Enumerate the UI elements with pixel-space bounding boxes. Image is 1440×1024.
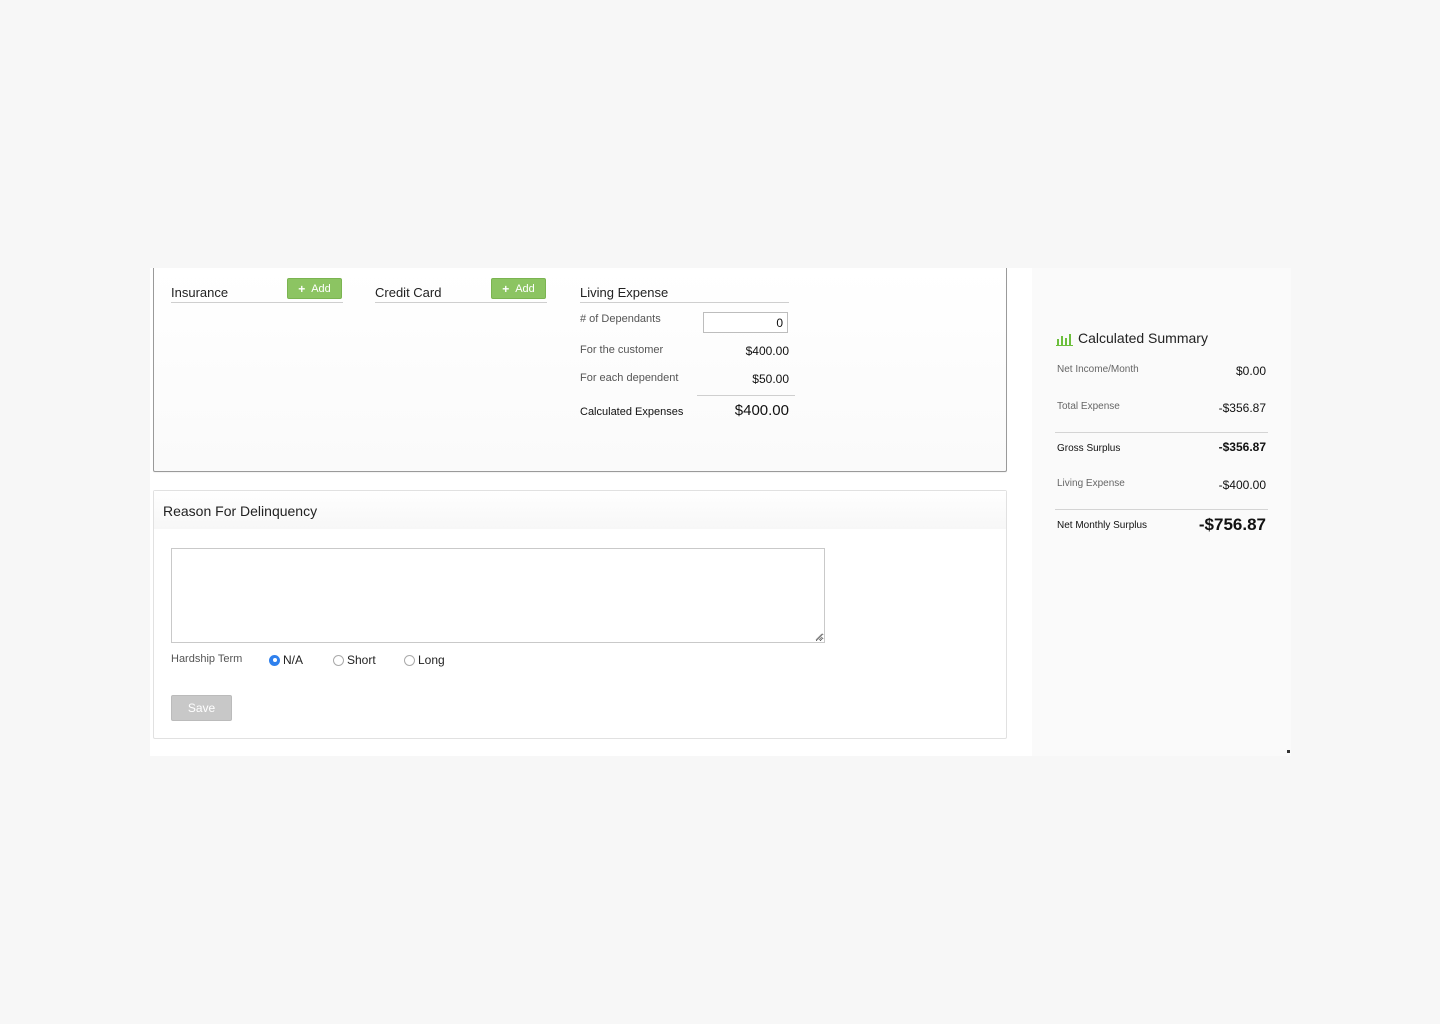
plus-icon: + <box>502 281 510 296</box>
plus-icon: + <box>298 281 306 296</box>
calculated-expenses-label: Calculated Expenses <box>580 406 684 418</box>
hardship-radio-na-label: N/A <box>283 653 304 667</box>
living-expense-divider <box>697 395 795 396</box>
hardship-term-label: Hardship Term <box>171 653 243 665</box>
radio-unselected-icon <box>404 654 415 666</box>
for-customer-value: $400.00 <box>745 344 789 358</box>
hardship-radio-na[interactable]: N/A <box>269 653 303 667</box>
hardship-radio-short-label: Short <box>347 653 376 667</box>
credit-card-add-button[interactable]: + Add <box>491 278 546 299</box>
hardship-radio-long[interactable]: Long <box>404 653 445 667</box>
calculated-expenses-value: $400.00 <box>734 402 789 419</box>
reason-header: Reason For Delinquency <box>154 491 1006 529</box>
living-expense-summary-value: -$400.00 <box>1218 478 1266 492</box>
radio-unselected-icon <box>333 654 344 666</box>
radio-selected-icon <box>269 654 280 666</box>
summary-divider <box>1055 432 1268 433</box>
save-button[interactable]: Save <box>171 695 232 721</box>
insurance-add-button[interactable]: + Add <box>287 278 342 299</box>
net-income-value: $0.00 <box>1235 364 1266 378</box>
for-each-dependent-value: $50.00 <box>752 372 789 386</box>
bar-chart-icon <box>1056 334 1073 346</box>
gross-surplus-value: -$356.87 <box>1218 440 1266 454</box>
living-expense-title: Living Expense <box>580 285 789 303</box>
net-monthly-surplus-value: -$756.87 <box>1198 515 1266 534</box>
reason-textarea[interactable] <box>171 548 825 643</box>
hardship-radio-long-label: Long <box>418 653 445 667</box>
living-expense-summary-label: Living Expense <box>1057 478 1125 489</box>
summary-divider <box>1055 509 1268 510</box>
credit-card-add-label: Add <box>515 282 535 295</box>
insurance-add-label: Add <box>311 282 331 295</box>
total-expense-label: Total Expense <box>1057 401 1120 412</box>
net-monthly-surplus-label: Net Monthly Surplus <box>1057 520 1148 531</box>
for-customer-label: For the customer <box>580 344 664 356</box>
reason-title: Reason For Delinquency <box>163 503 318 519</box>
gross-surplus-label: Gross Surplus <box>1057 443 1121 454</box>
resize-grip-icon[interactable] <box>815 633 823 641</box>
summary-title: Calculated Summary <box>1078 330 1208 346</box>
dependants-input[interactable] <box>703 312 788 333</box>
hardship-radio-short[interactable]: Short <box>333 653 376 667</box>
corner-mark <box>1287 750 1290 753</box>
for-each-dependent-label: For each dependent <box>580 372 679 384</box>
total-expense-value: -$356.87 <box>1218 401 1266 415</box>
dependants-label: # of Dependants <box>580 313 661 325</box>
net-income-label: Net Income/Month <box>1057 364 1139 375</box>
